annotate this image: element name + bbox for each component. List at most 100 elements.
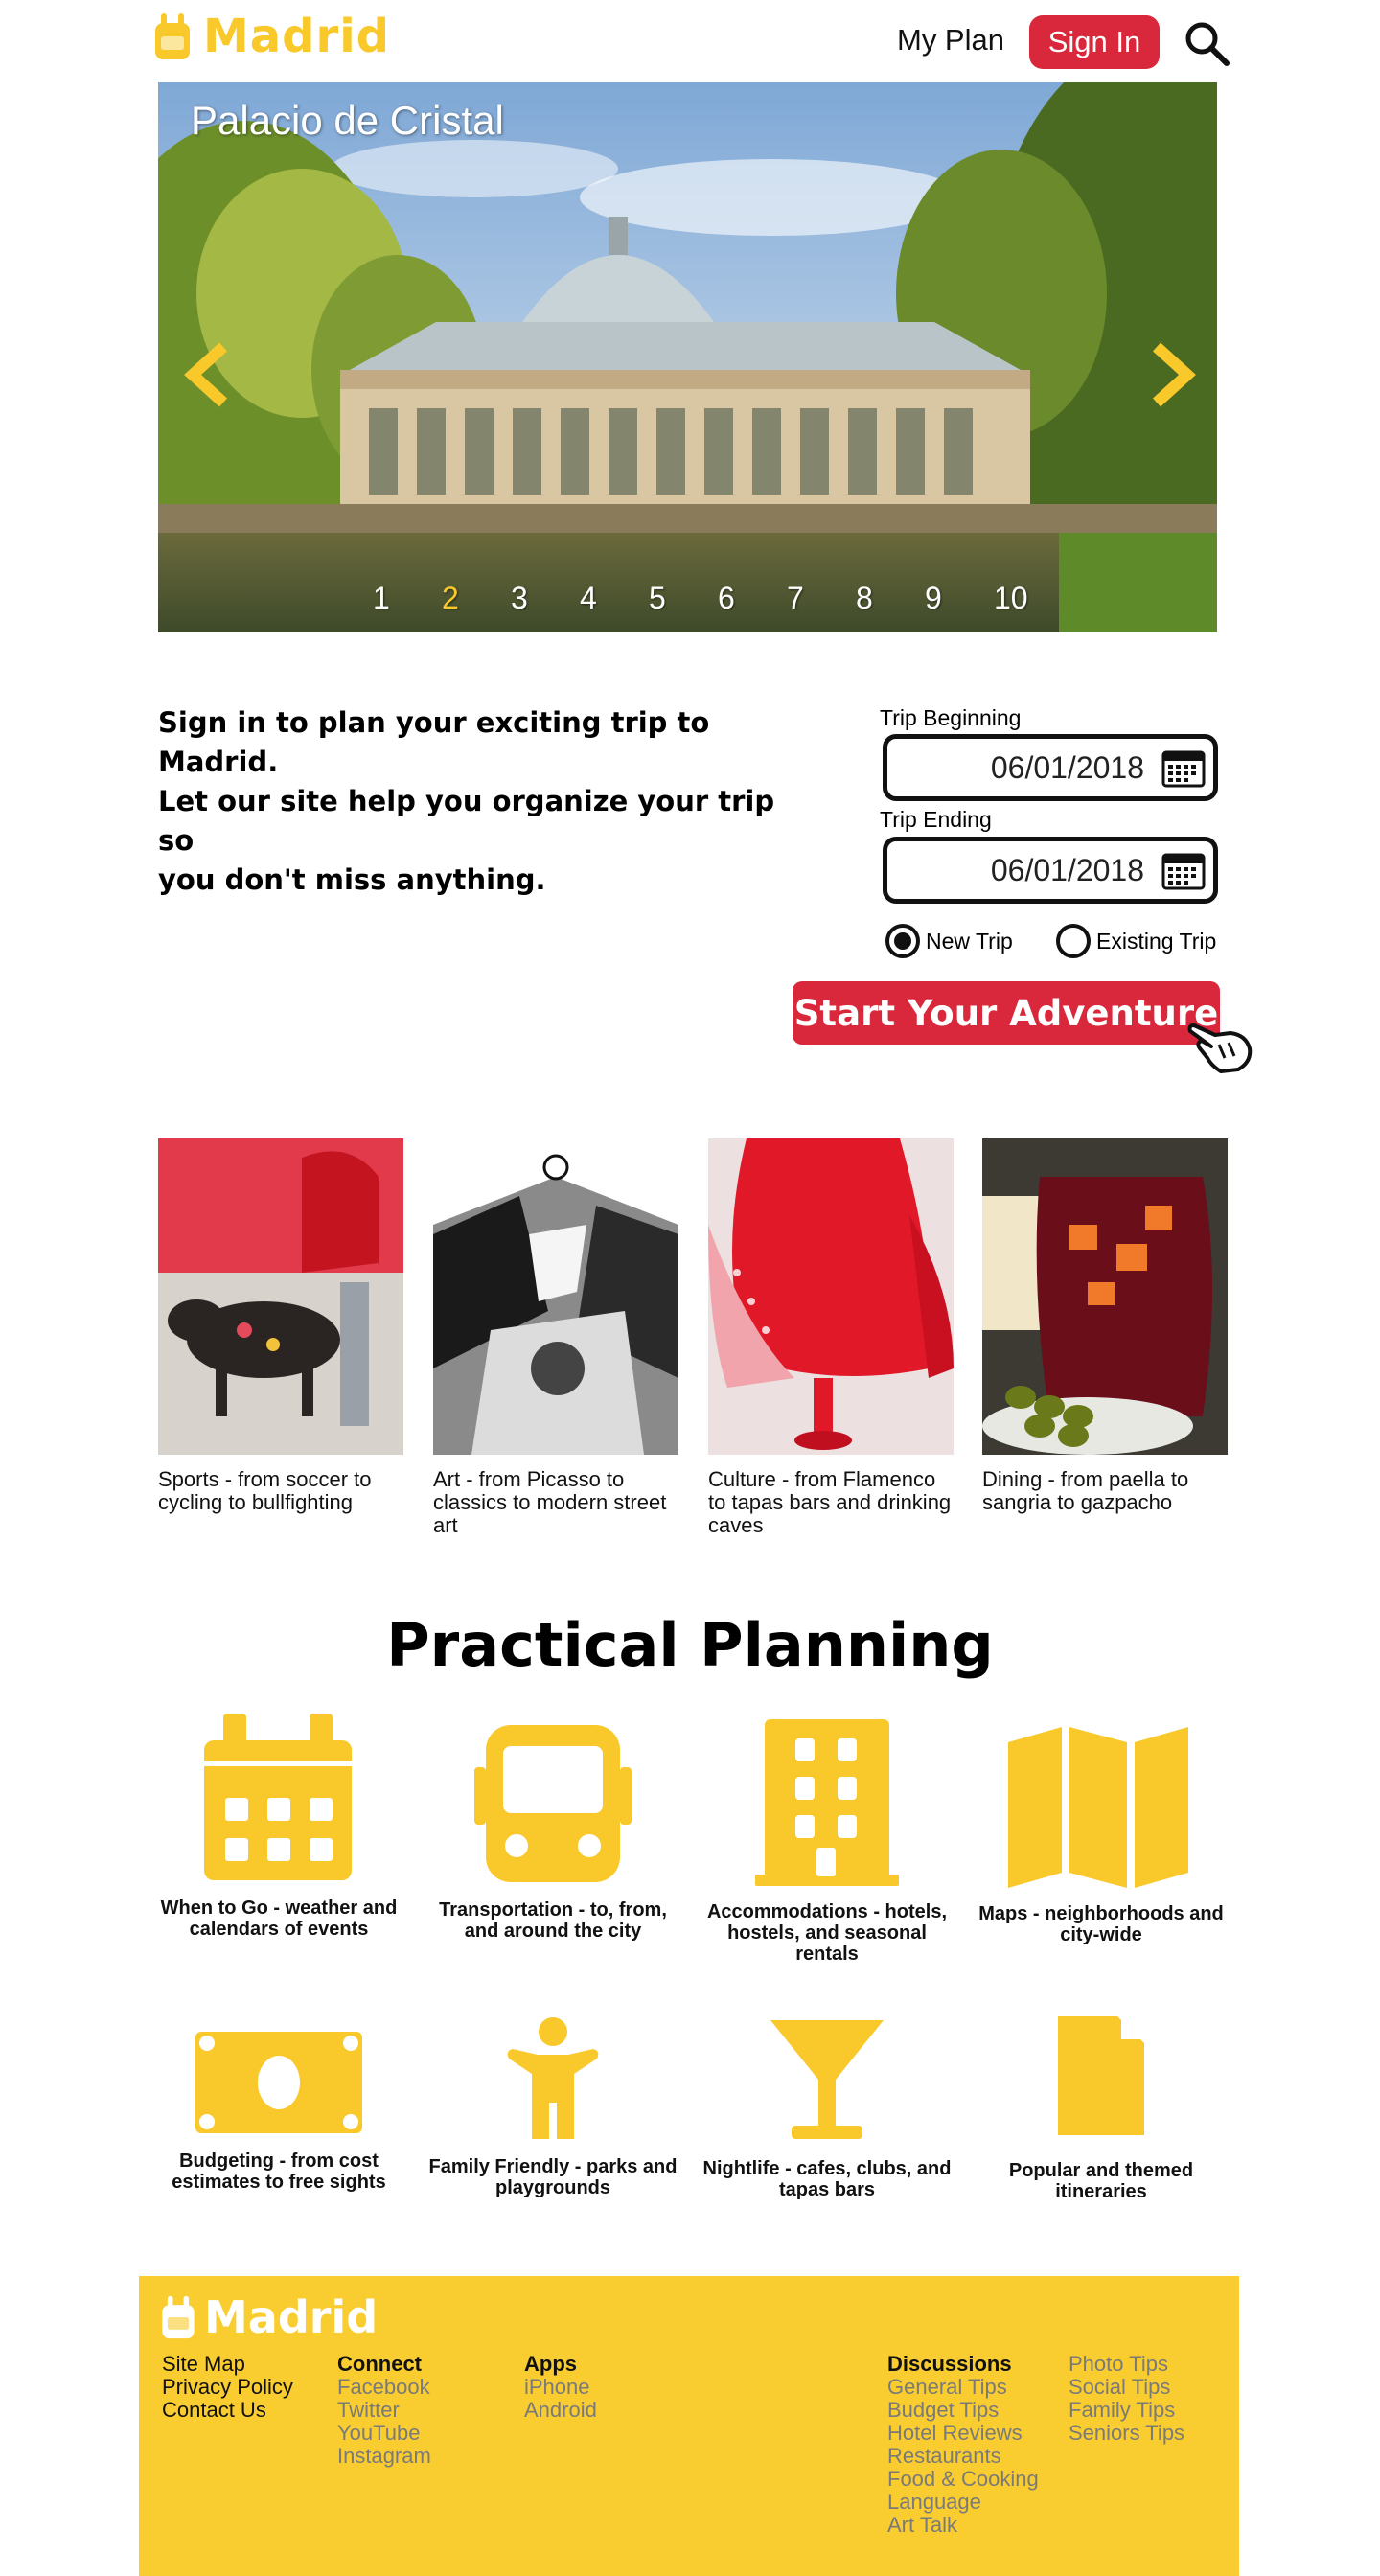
pp-when-to-go-label: When to Go - weather and calendars of ev… (160, 1898, 398, 1940)
pp-nightlife-label: Nightlife - cafes, clubs, and tapas bars (702, 2158, 952, 2200)
footer-col-site: Site Map Privacy Policy Contact Us (162, 2353, 293, 2422)
slide-dot[interactable]: 3 (511, 581, 528, 616)
footer-link-food-cooking[interactable]: Food & Cooking (887, 2468, 1039, 2491)
culture-image (708, 1138, 954, 1455)
footer-logo-text: Madrid (204, 2291, 379, 2343)
trip-end-input[interactable]: 06/01/2018 (883, 837, 1218, 904)
existing-trip-radio[interactable]: Existing Trip (1056, 924, 1216, 958)
backpack-icon (155, 13, 190, 59)
footer-connect-heading: Connect (337, 2352, 422, 2376)
sports-image (158, 1138, 403, 1455)
pp-accommodations[interactable]: Accommodations - hotels, hostels, and se… (698, 1712, 956, 1965)
radio-selected-icon (886, 924, 920, 958)
footer-link-family-tips[interactable]: Family Tips (1069, 2399, 1184, 2422)
site-footer: Madrid Site Map Privacy Policy Contact U… (139, 2276, 1239, 2576)
slide-dot[interactable]: 4 (580, 581, 597, 616)
bus-icon (474, 1725, 632, 1882)
footer-link-site-map[interactable]: Site Map (162, 2353, 293, 2376)
footer-discussions-heading: Discussions (887, 2352, 1012, 2376)
footer-col-connect: Connect Facebook Twitter YouTube Instagr… (337, 2353, 431, 2468)
building-icon (755, 1719, 899, 1886)
pp-transportation[interactable]: Transportation - to, from, and around th… (424, 1712, 682, 1942)
new-trip-radio[interactable]: New Trip (886, 924, 1013, 958)
start-adventure-button[interactable]: Start Your Adventure (793, 981, 1220, 1045)
footer-link-youtube[interactable]: YouTube (337, 2422, 431, 2445)
map-icon (1008, 1727, 1188, 1888)
pp-itineraries-label: Popular and themed itineraries (1008, 2160, 1194, 2202)
search-icon[interactable] (1183, 19, 1232, 69)
art-image (433, 1138, 678, 1455)
slide-dot[interactable]: 9 (925, 581, 942, 616)
footer-col-tips: Photo Tips Social Tips Family Tips Senio… (1069, 2353, 1184, 2445)
practical-planning-title: Practical Planning (386, 1610, 994, 1680)
slide-dot[interactable]: 5 (649, 581, 666, 616)
site-logo[interactable]: Madrid (151, 10, 390, 63)
slide-dot[interactable]: 6 (718, 581, 735, 616)
footer-col-discussions: Discussions General Tips Budget Tips Hot… (887, 2353, 1039, 2537)
footer-logo[interactable]: Madrid (158, 2291, 378, 2343)
footer-link-photo-tips[interactable]: Photo Tips (1069, 2353, 1184, 2376)
money-icon (196, 2032, 362, 2133)
pp-itineraries[interactable]: Popular and themed itineraries (972, 2014, 1230, 2204)
dining-image (982, 1138, 1228, 1455)
trip-end-value: 06/01/2018 (990, 853, 1144, 887)
hero-carousel[interactable]: Palacio de Cristal 1 2 3 4 5 6 7 8 9 10 (158, 82, 1217, 632)
footer-link-art-talk[interactable]: Art Talk (887, 2514, 1039, 2537)
footer-apps-heading: Apps (524, 2352, 577, 2376)
slide-dot[interactable]: 8 (856, 581, 873, 616)
trip-begin-input[interactable]: 06/01/2018 (883, 734, 1218, 801)
footer-link-instagram[interactable]: Instagram (337, 2445, 431, 2468)
category-card-culture[interactable]: Culture - from Flamenco to tapas bars an… (708, 1138, 954, 1537)
pp-family-friendly-label: Family Friendly - parks and playgrounds (428, 2156, 678, 2198)
footer-col-apps: Apps iPhone Android (524, 2353, 597, 2422)
calendar-icon[interactable] (1162, 850, 1206, 890)
logo-text: Madrid (203, 10, 390, 63)
my-plan-link[interactable]: My Plan (897, 23, 1004, 58)
calendar-icon[interactable] (1162, 748, 1206, 788)
footer-link-twitter[interactable]: Twitter (337, 2399, 431, 2422)
category-card-dining[interactable]: Dining - from paella to sangria to gazpa… (982, 1138, 1228, 1514)
trip-begin-label: Trip Beginning (880, 705, 1022, 730)
intro-text: Sign in to plan your exciting trip to Ma… (158, 703, 791, 900)
document-icon (1058, 2016, 1144, 2135)
footer-link-restaurants[interactable]: Restaurants (887, 2445, 1039, 2468)
footer-link-android[interactable]: Android (524, 2399, 597, 2422)
pp-transportation-label: Transportation - to, from, and around th… (439, 1899, 667, 1942)
category-card-sports[interactable]: Sports - from soccer to cycling to bullf… (158, 1138, 403, 1514)
pp-budgeting[interactable]: Budgeting - from cost estimates to free … (150, 2022, 408, 2204)
chevron-right-icon[interactable] (1145, 341, 1199, 408)
category-art-text: Art - from Picasso to classics to modern… (433, 1467, 667, 1537)
footer-link-social-tips[interactable]: Social Tips (1069, 2376, 1184, 2399)
trip-begin-value: 06/01/2018 (990, 750, 1144, 785)
footer-link-general-tips[interactable]: General Tips (887, 2376, 1039, 2399)
slide-dot[interactable]: 7 (787, 581, 804, 616)
slide-dot[interactable]: 1 (373, 581, 390, 616)
slide-dot[interactable]: 10 (994, 581, 1028, 616)
radio-unselected-icon (1056, 924, 1091, 958)
existing-trip-label: Existing Trip (1096, 928, 1217, 954)
footer-link-iphone[interactable]: iPhone (524, 2376, 597, 2399)
cocktail-icon (770, 2020, 884, 2139)
footer-link-privacy[interactable]: Privacy Policy (162, 2376, 293, 2399)
category-dining-text: Dining - from paella to sangria to gazpa… (982, 1467, 1189, 1514)
slide-dot-active[interactable]: 2 (442, 581, 459, 616)
pp-nightlife[interactable]: Nightlife - cafes, clubs, and tapas bars (698, 2018, 956, 2204)
footer-link-seniors-tips[interactable]: Seniors Tips (1069, 2422, 1184, 2445)
intro-line: Sign in to plan your exciting trip to Ma… (158, 706, 710, 778)
footer-link-facebook[interactable]: Facebook (337, 2376, 431, 2399)
hero-caption: Palacio de Cristal (191, 98, 504, 143)
intro-line: you don't miss anything. (158, 863, 546, 896)
pp-maps[interactable]: Maps - neighborhoods and city-wide (972, 1712, 1230, 1945)
footer-link-hotel-reviews[interactable]: Hotel Reviews (887, 2422, 1039, 2445)
footer-link-contact[interactable]: Contact Us (162, 2399, 293, 2422)
category-card-art[interactable]: Art - from Picasso to classics to modern… (433, 1138, 678, 1537)
backpack-icon (162, 2295, 195, 2339)
footer-link-language[interactable]: Language (887, 2491, 1039, 2514)
pp-when-to-go[interactable]: When to Go - weather and calendars of ev… (150, 1712, 408, 1942)
footer-link-budget-tips[interactable]: Budget Tips (887, 2399, 1039, 2422)
pp-family-friendly[interactable]: Family Friendly - parks and playgrounds (424, 2016, 682, 2204)
pointer-hand-icon (1187, 1024, 1253, 1073)
intro-line: Let our site help you organize your trip… (158, 785, 775, 857)
sign-in-button[interactable]: Sign In (1029, 15, 1160, 69)
chevron-left-icon[interactable] (181, 341, 235, 408)
